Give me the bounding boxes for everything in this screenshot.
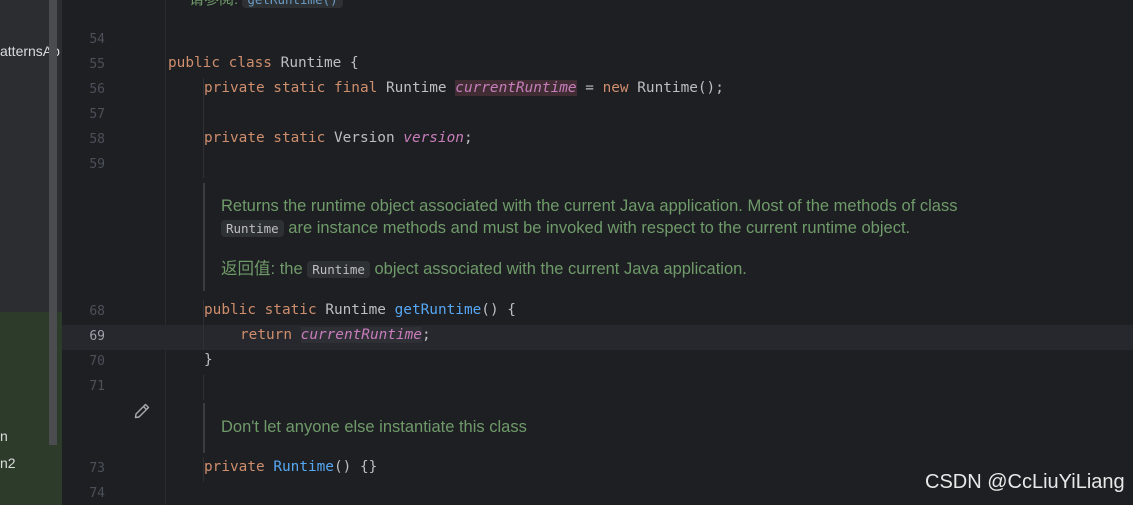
method-get-runtime[interactable]: getRuntime <box>395 302 482 318</box>
code-text: public class Runtime { <box>168 55 359 71</box>
keyword: return <box>240 327 292 343</box>
watermark: CSDN @CcLiuYiLiang <box>925 471 1125 493</box>
line-number: 73 <box>89 461 105 476</box>
doc-code-pill: Runtime <box>221 220 284 237</box>
field-version[interactable]: version <box>403 130 464 146</box>
sidebar-scrollbar[interactable] <box>49 0 57 445</box>
line-number: 68 <box>89 304 105 319</box>
class-name: Runtime { <box>280 55 359 71</box>
doc-text: Returns the runtime object associated wi… <box>221 197 958 215</box>
doc-return: 返回值: the Runtime object associated with … <box>221 258 1041 281</box>
sidebar-item-label[interactable]: n2 <box>0 455 16 471</box>
indent-guide <box>203 325 204 350</box>
indent-guide <box>203 375 204 400</box>
keyword: private static <box>204 130 326 146</box>
javadoc-rendered[interactable]: Don't let anyone else instantiate this c… <box>203 403 721 453</box>
code-line-current[interactable]: 69 return currentRuntime; <box>62 325 1133 350</box>
code-text: private static final Runtime currentRunt… <box>204 80 724 96</box>
code-editor[interactable]: 请参阅: getRuntime() 54 55 public class Run… <box>62 0 1133 505</box>
code-line[interactable]: 59 <box>62 153 1133 178</box>
code-line[interactable]: 57 <box>62 103 1133 128</box>
doc-code-pill: Runtime <box>307 261 370 278</box>
code-line[interactable]: 56 private static final Runtime currentR… <box>62 78 1133 103</box>
doc-text: are instance methods and must be invoked… <box>288 219 911 237</box>
field-current-runtime[interactable]: currentRuntime <box>300 327 422 343</box>
code-text: return currentRuntime; <box>240 327 431 343</box>
line-number: 71 <box>89 379 105 394</box>
line-number: 56 <box>89 82 105 97</box>
keyword: new <box>602 80 629 96</box>
code-text: private static Version version; <box>204 130 473 146</box>
keyword: public static <box>204 302 317 318</box>
punctuation: () { <box>481 302 516 318</box>
javadoc-rendered[interactable]: Returns the runtime object associated wi… <box>203 183 1041 291</box>
code-text: public static Runtime getRuntime() { <box>204 302 516 318</box>
semicolon: ; <box>421 327 431 343</box>
code-line[interactable]: 54 <box>62 28 1133 53</box>
punctuation: () {} <box>333 459 378 475</box>
line-number: 57 <box>89 107 105 122</box>
see-also-link[interactable]: getRuntime() <box>242 0 343 8</box>
code-line[interactable]: 71 <box>62 375 1133 400</box>
type-name: Runtime <box>385 80 447 96</box>
code-text: } <box>204 352 213 368</box>
code-line[interactable]: 58 private static Version version; <box>62 128 1133 153</box>
doc-description: Returns the runtime object associated wi… <box>221 183 1041 240</box>
keyword: public <box>168 55 220 71</box>
semicolon: ; <box>463 130 473 146</box>
line-number: 70 <box>89 354 105 369</box>
doc-text: Don't let anyone else instantiate this c… <box>221 418 527 436</box>
indent-guide <box>203 153 204 178</box>
doc-text: the <box>279 260 303 278</box>
sidebar-item-label[interactable]: n <box>0 428 8 444</box>
indent-guide <box>203 103 204 128</box>
line-number: 58 <box>89 132 105 147</box>
line-number: 54 <box>89 32 105 47</box>
operator: = <box>585 80 603 96</box>
code-line[interactable]: 68 public static Runtime getRuntime() { <box>62 300 1133 325</box>
line-number: 55 <box>89 57 105 72</box>
line-number: 74 <box>89 486 105 501</box>
project-sidebar: atternsAp n n2 <box>0 0 62 505</box>
keyword: class <box>228 55 272 71</box>
type-name: Runtime <box>325 302 386 318</box>
code-text: private Runtime() {} <box>204 459 377 475</box>
doc-return-label: 返回值: <box>221 260 276 278</box>
line-number: 59 <box>89 157 105 172</box>
code-line[interactable]: 70 } <box>62 350 1133 375</box>
constructor-call: Runtime(); <box>637 80 724 96</box>
brace: } <box>204 352 213 368</box>
see-also-label: 请参阅: <box>189 0 238 8</box>
constructor-runtime[interactable]: Runtime <box>273 459 334 475</box>
code-line[interactable]: 55 public class Runtime { <box>62 53 1133 78</box>
keyword: private <box>204 459 265 475</box>
doc-text: object associated with the current Java … <box>374 260 747 278</box>
type-name: Version <box>333 130 395 146</box>
line-number: 69 <box>89 329 105 344</box>
keyword: private static final <box>204 80 378 96</box>
doc-see-also: 请参阅: getRuntime() <box>189 0 343 9</box>
field-current-runtime[interactable]: currentRuntime <box>455 80 577 96</box>
pencil-icon[interactable] <box>133 402 151 420</box>
